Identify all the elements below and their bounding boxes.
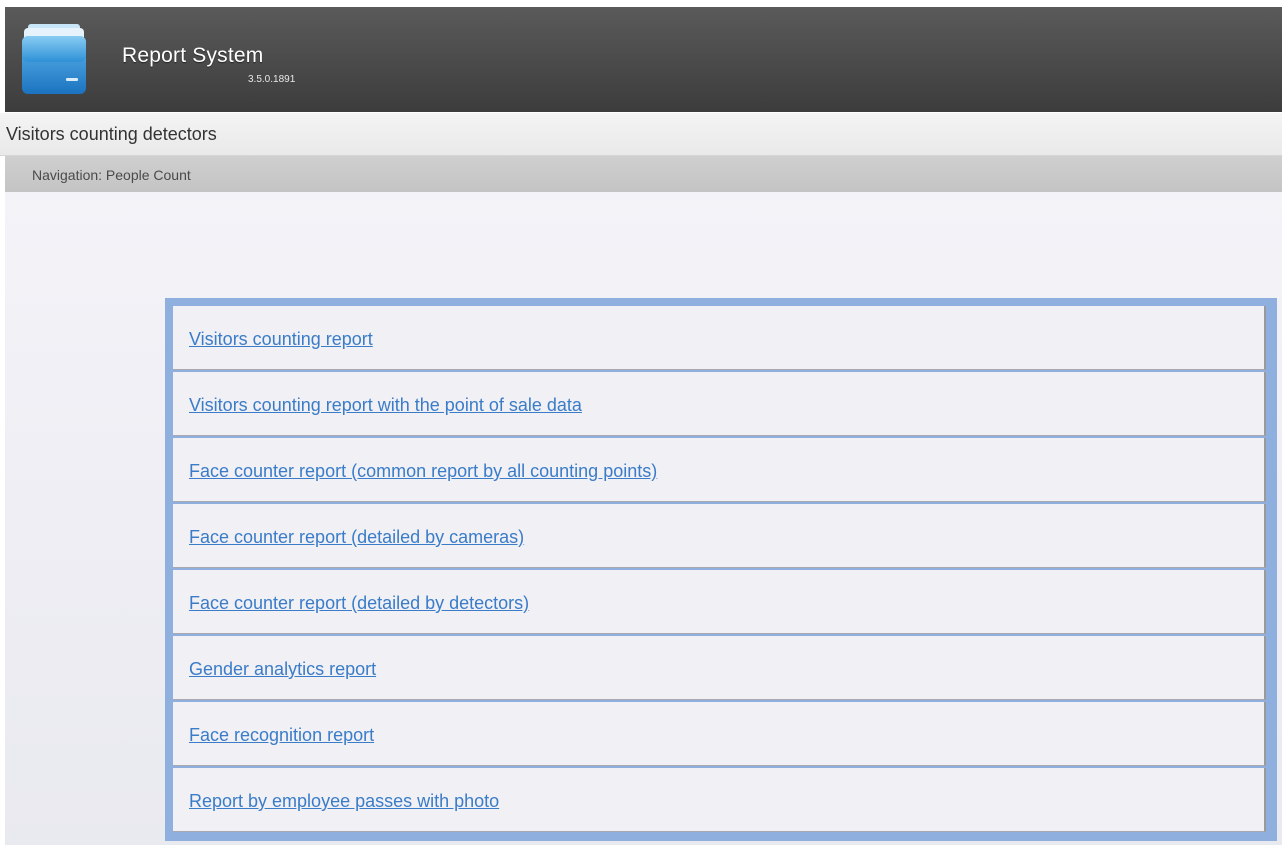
- list-item: Face counter report (detailed by detecto…: [173, 570, 1266, 634]
- report-list: Visitors counting report Visitors counti…: [173, 306, 1266, 834]
- breadcrumb-text: Navigation: People Count: [32, 167, 191, 183]
- report-link-gender-analytics[interactable]: Gender analytics report: [189, 659, 376, 680]
- page-title: Visitors counting detectors: [6, 124, 217, 144]
- list-item: Visitors counting report: [173, 306, 1266, 370]
- report-link-face-counter-cameras[interactable]: Face counter report (detailed by cameras…: [189, 527, 524, 548]
- page-title-bar: Visitors counting detectors: [0, 113, 1282, 156]
- list-item: Report by employee passes with photo: [173, 768, 1266, 832]
- report-link-employee-passes[interactable]: Report by employee passes with photo: [189, 791, 499, 812]
- list-item: Visitors counting report with the point …: [173, 372, 1266, 436]
- breadcrumb: Navigation: People Count: [5, 156, 1282, 192]
- list-item: Face counter report (detailed by cameras…: [173, 504, 1266, 568]
- app-window: Report System 3.5.0.1891 Visitors counti…: [0, 0, 1282, 845]
- report-link-visitors-counting-pos[interactable]: Visitors counting report with the point …: [189, 395, 582, 416]
- app-title: Report System: [122, 44, 264, 67]
- app-header: Report System 3.5.0.1891: [5, 7, 1282, 112]
- list-item: Face counter report (common report by al…: [173, 438, 1266, 502]
- report-link-face-counter-detectors[interactable]: Face counter report (detailed by detecto…: [189, 593, 529, 614]
- report-link-visitors-counting[interactable]: Visitors counting report: [189, 329, 373, 350]
- app-version: 3.5.0.1891: [248, 74, 296, 85]
- report-link-face-recognition[interactable]: Face recognition report: [189, 725, 374, 746]
- list-item: Face recognition report: [173, 702, 1266, 766]
- list-item: Gender analytics report: [173, 636, 1266, 700]
- report-link-face-counter-common[interactable]: Face counter report (common report by al…: [189, 461, 657, 482]
- folder-icon: [22, 22, 86, 97]
